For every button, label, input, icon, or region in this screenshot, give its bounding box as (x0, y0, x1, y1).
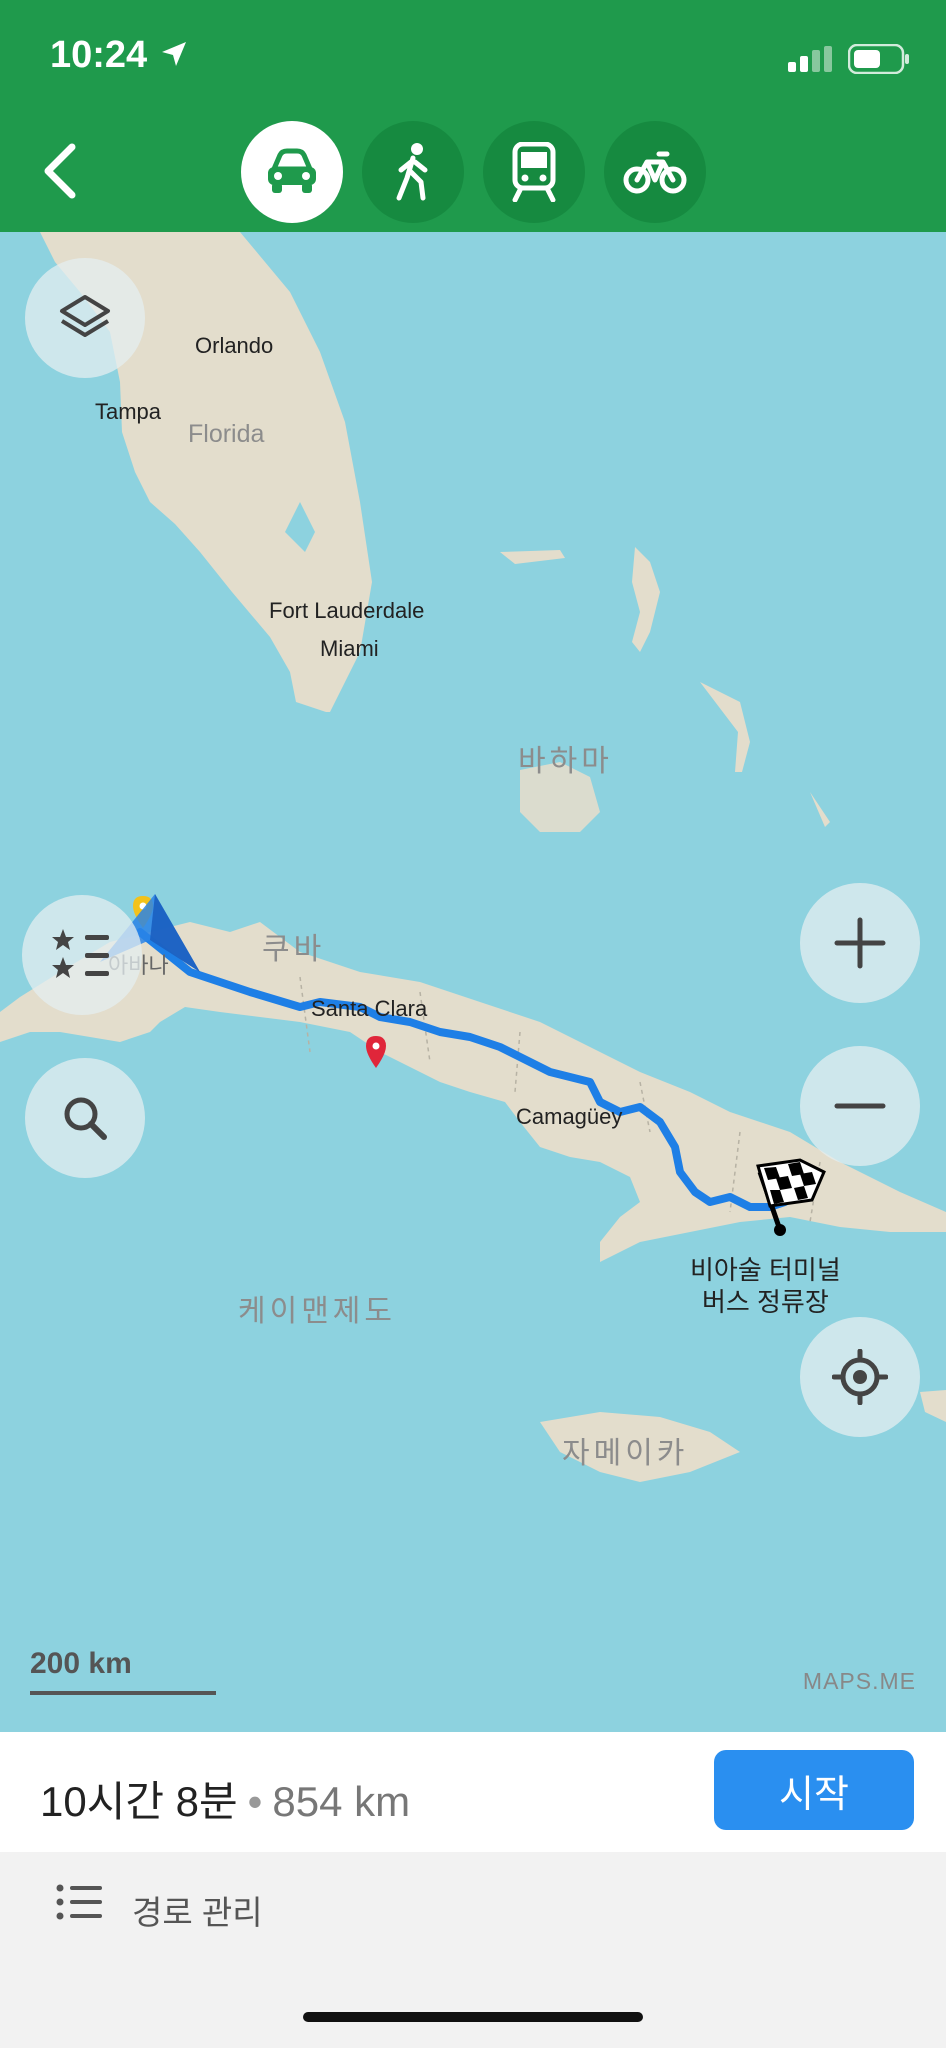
scale-bar (30, 1691, 216, 1695)
zoom-in-button[interactable] (800, 883, 920, 1003)
destination-label-line2: 버스 정류장 (701, 1287, 829, 1317)
start-button[interactable]: 시작 (714, 1750, 914, 1830)
minus-icon (834, 1103, 886, 1109)
bookmarks-button[interactable] (22, 895, 142, 1015)
city-label-santa-clara: Santa Clara (311, 996, 428, 1021)
city-label-miami: Miami (320, 636, 379, 661)
map-view[interactable]: Orlando Tampa Florida Fort Lauderdale Mi… (0, 232, 946, 1732)
layers-button[interactable] (25, 258, 145, 378)
signal-icon (788, 46, 834, 77)
route-separator: • (247, 1778, 263, 1825)
bicycle-icon (623, 151, 687, 194)
city-label-tampa: Tampa (95, 399, 162, 424)
bookmarks-list-icon (52, 929, 109, 978)
route-distance: 854 km (272, 1778, 411, 1825)
mode-walk-button[interactable] (362, 121, 464, 223)
plus-icon (834, 917, 886, 969)
map-scale: 200 km (30, 1647, 216, 1695)
mode-bike-button[interactable] (604, 121, 706, 223)
country-label-jamaica: 자메이카 (562, 1437, 689, 1470)
zoom-out-button[interactable] (800, 1046, 920, 1166)
train-icon (512, 142, 556, 202)
location-arrow-icon (160, 40, 188, 73)
city-label-fort-lauderdale: Fort Lauderdale (269, 598, 425, 623)
status-time: 10:24 (50, 34, 148, 76)
mode-car-button[interactable] (241, 121, 343, 223)
battery-icon (847, 43, 910, 79)
city-label-orlando: Orlando (195, 333, 274, 358)
manage-route-label: 경로 관리 (132, 1894, 263, 1931)
country-label-bahamas: 바하마 (518, 745, 613, 778)
destination-label: 비아술 터미널 버스 정류장 (690, 1254, 841, 1318)
home-indicator[interactable] (303, 2012, 643, 2022)
finish-flag-icon (756, 1158, 826, 1236)
top-bar: 10:24 (0, 0, 946, 232)
back-button[interactable] (30, 136, 90, 206)
location-target-icon (832, 1349, 888, 1405)
search-button[interactable] (25, 1058, 145, 1178)
list-icon (56, 1884, 104, 1925)
route-duration: 10시간 8분 (40, 1778, 238, 1825)
layers-icon (60, 295, 110, 337)
region-label-cayman: 케이맨제도 (238, 1295, 396, 1328)
car-icon (268, 148, 316, 193)
search-icon (64, 1097, 107, 1140)
country-label-cuba: 쿠바 (262, 933, 326, 966)
my-location-button[interactable] (800, 1317, 920, 1437)
route-info: 10시간 8분 • 854 km (40, 1768, 410, 1829)
route-summary: 10시간 8분 • 854 km 시작 (0, 1732, 946, 1852)
mode-transit-button[interactable] (483, 121, 585, 223)
destination-label-line1: 비아술 터미널 (690, 1255, 841, 1285)
map-land (0, 232, 946, 1482)
region-label-florida: Florida (188, 420, 265, 448)
scale-label: 200 km (30, 1647, 132, 1680)
walk-icon (396, 143, 428, 201)
maps-me-logo: MAPS.ME (802, 1668, 916, 1694)
manage-route-button[interactable]: 경로 관리 (0, 1852, 946, 1952)
city-label-camaguey: Camagüey (516, 1104, 623, 1129)
